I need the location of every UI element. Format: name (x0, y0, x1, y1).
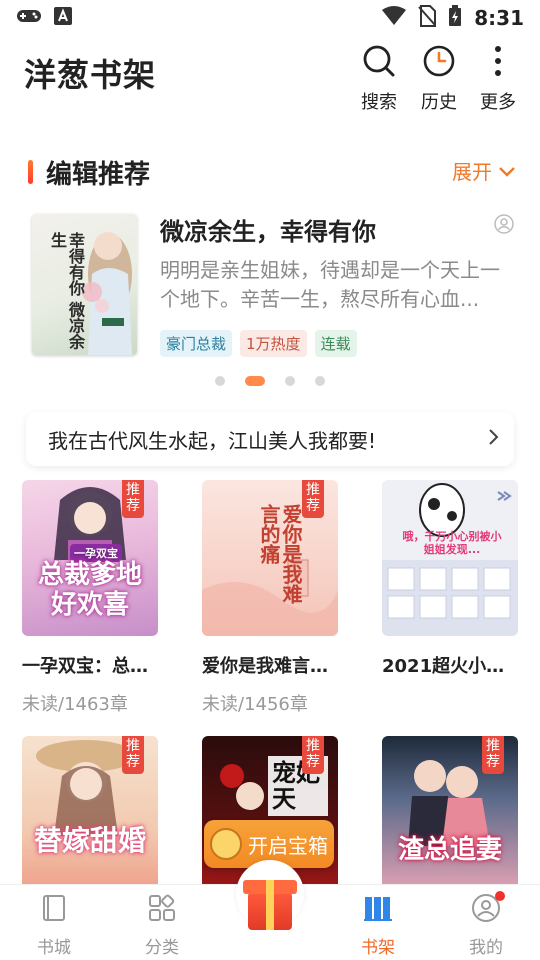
author-icon (494, 214, 514, 238)
tab-profile[interactable]: 我的 (446, 891, 526, 958)
clock-icon (422, 44, 456, 82)
section-title: 编辑推荐 (46, 160, 151, 190)
tag-genre[interactable]: 豪门总裁 (160, 330, 233, 357)
book-progress: 未读/1456章 (202, 694, 308, 715)
carousel-dot-active[interactable] (245, 376, 265, 386)
book-item[interactable]: 爱你是我难言的痛 推荐 爱你是我难言的痛 未读/1456章 (202, 480, 338, 716)
wifi-icon (382, 6, 407, 30)
recommend-badge: 推荐 (122, 736, 144, 774)
search-icon (362, 44, 396, 82)
recommend-badge: 推荐 (302, 480, 324, 518)
tab-category[interactable]: 分类 (122, 893, 202, 958)
tab-label: 我的 (469, 938, 503, 958)
no-sim-icon (418, 5, 437, 31)
carousel-dot[interactable] (315, 376, 325, 386)
history-label: 历史 (421, 92, 457, 113)
cover-title: 替嫁甜婚 (33, 824, 146, 857)
notification-dot (495, 891, 505, 901)
tab-label: 书架 (361, 938, 395, 958)
app-title: 洋葱书架 (24, 56, 157, 94)
book-cover[interactable]: 哦，千万小心别被小姐姐发现... (382, 480, 518, 636)
book-progress: 未读/1463章 (22, 694, 128, 715)
editor-picks-header: 编辑推荐 展开 (0, 150, 540, 194)
featured-title[interactable]: 微凉余生，幸得有你 (160, 212, 376, 247)
expand-button[interactable]: 展开 (452, 156, 516, 185)
carousel-dot[interactable] (215, 376, 225, 386)
tab-label: 分类 (145, 938, 179, 958)
cover-title: 渣总追妻 (397, 835, 502, 865)
search-label: 搜索 (361, 92, 397, 113)
recommend-badge: 推荐 (122, 480, 144, 518)
book-title[interactable]: 一孕双宝：总裁爹地好欢喜 (22, 652, 152, 678)
featured-book-card[interactable]: 幸得有你 微凉余生 微凉余生，幸得有你 明明是亲生姐妹，待遇却是一个天上一个地下… (30, 212, 514, 358)
tab-label: 书城 (37, 938, 71, 958)
search-button[interactable]: 搜索 (349, 44, 409, 114)
expand-label: 展开 (452, 160, 492, 184)
more-label: 更多 (480, 92, 516, 113)
book-item[interactable]: 一孕双宝 总裁爹地好欢喜 推荐 一孕双宝：总裁爹地好欢喜 未读/1463章 (22, 480, 158, 716)
treasure-label: 开启宝箱 (248, 833, 328, 858)
book-cover[interactable]: 渣总追妻 推荐 (382, 736, 518, 892)
battery-charging-icon (448, 5, 462, 31)
app-bar: 洋葱书架 搜索 历史 更多 (0, 36, 540, 120)
book-item[interactable]: 渣总追妻 推荐 (382, 736, 518, 892)
cover-title: 爱你是我难言的痛 (257, 504, 303, 604)
tag-status: 连载 (314, 330, 357, 357)
bookshelf-icon (363, 893, 393, 927)
book-item[interactable]: 替嫁甜婚 推荐 (22, 736, 158, 892)
tag-heat: 1万热度 (240, 330, 307, 357)
history-button[interactable]: 历史 (409, 44, 469, 114)
featured-cover[interactable]: 幸得有你 微凉余生 (32, 214, 137, 355)
treasure-chest-icon (210, 828, 242, 860)
section-accent-bar (28, 160, 33, 184)
book-title[interactable]: 2021超火小游戏 (382, 652, 512, 678)
tab-bookshelf[interactable]: 书架 (338, 893, 418, 958)
featured-cover-title: 幸得有你 微凉余生 (48, 232, 85, 350)
carousel-dot[interactable] (285, 376, 295, 386)
cover-title: 总裁爹地好欢喜 (37, 560, 142, 620)
clock-time: 8:31 (474, 6, 524, 30)
more-button[interactable]: 更多 (468, 44, 528, 114)
book-item[interactable]: 哦，千万小心别被小姐姐发现... 2021超火小游戏 (382, 480, 518, 690)
chevron-right-icon (488, 428, 500, 450)
featured-description: 明明是亲生姐妹，待遇却是一个天上一个地下。辛苦一生，熬尽所有心血... (160, 258, 500, 311)
recommendation-notice[interactable]: 我在古代风生水起，江山美人我都要! (26, 412, 514, 466)
book-cover[interactable]: 一孕双宝 总裁爹地好欢喜 推荐 (22, 480, 158, 636)
gamepad-icon (16, 7, 42, 29)
tab-bookstore[interactable]: 书城 (14, 893, 94, 958)
gift-ribbon (266, 880, 274, 930)
book-cover[interactable]: 替嫁甜婚 推荐 (22, 736, 158, 892)
game-ad-art (382, 483, 518, 636)
notice-text: 我在古代风生水起，江山美人我都要! (48, 428, 377, 453)
book-cover[interactable]: 爱你是我难言的痛 推荐 (202, 480, 338, 636)
status-bar: 8:31 (0, 0, 540, 36)
chevron-down-icon (498, 159, 516, 183)
font-a-icon (54, 7, 72, 29)
more-vertical-icon (481, 44, 515, 82)
profile-icon (471, 891, 505, 927)
book-icon (39, 893, 69, 927)
book-title[interactable]: 爱你是我难言的痛 (202, 652, 332, 678)
cover-title: 哦，千万小心别被小姐姐发现... (402, 530, 502, 556)
featured-tags: 豪门总裁 1万热度 连载 (160, 330, 357, 357)
carousel-indicator (0, 376, 540, 386)
recommend-badge: 推荐 (482, 736, 504, 774)
recommend-badge: 推荐 (302, 736, 324, 774)
category-grid-icon (147, 893, 177, 927)
